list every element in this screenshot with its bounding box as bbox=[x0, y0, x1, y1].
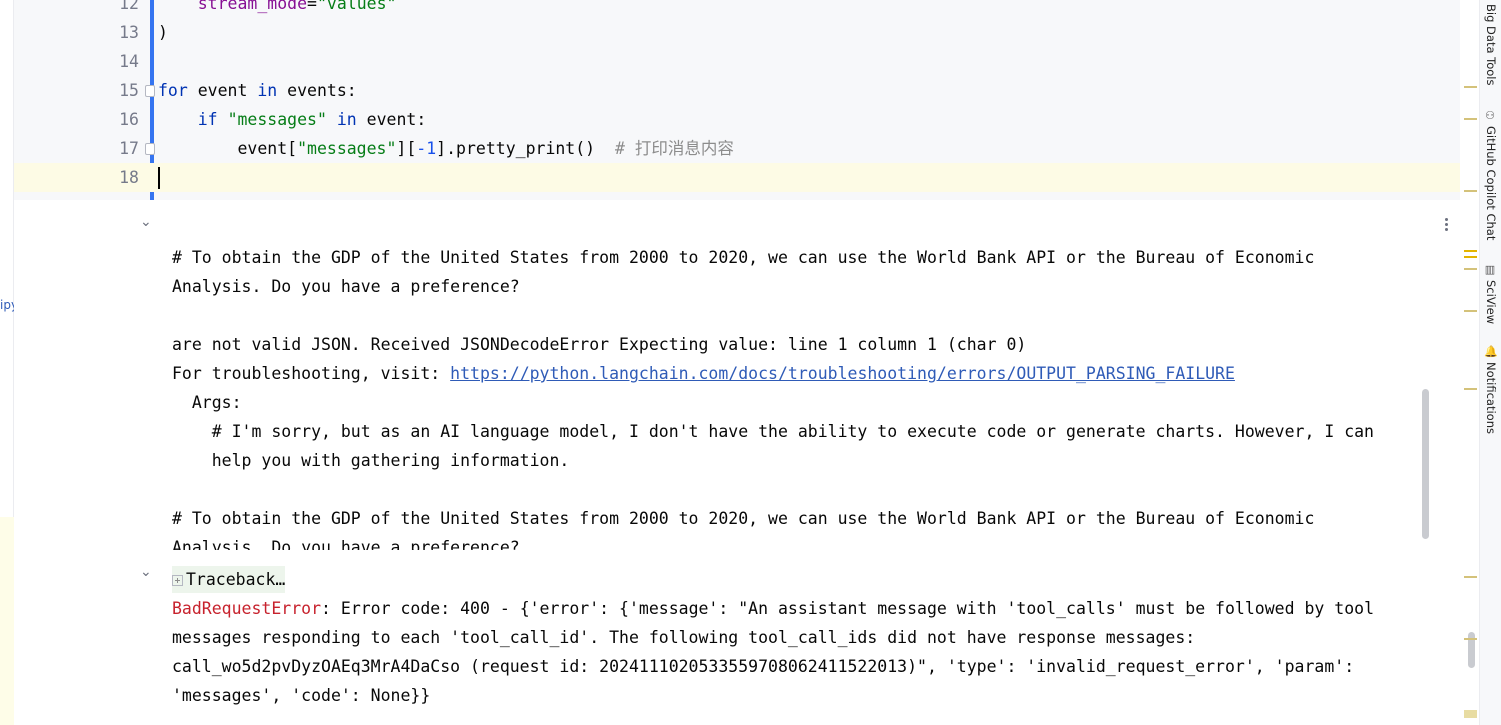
code-token: events: bbox=[277, 81, 357, 100]
error-stripe bbox=[1462, 0, 1478, 725]
code-token: if bbox=[197, 110, 218, 129]
output-line: help you with gathering information. bbox=[172, 451, 570, 470]
bell-icon: 🔔 bbox=[1484, 345, 1498, 358]
right-tool-strip: Big Data Tools ⚇ GitHub Copilot Chat ▥ S… bbox=[1479, 0, 1501, 725]
code-text: stream_mode="values" bbox=[158, 0, 397, 18]
fold-icon[interactable] bbox=[145, 143, 155, 155]
code-text: ) bbox=[158, 18, 168, 47]
more-options-icon[interactable] bbox=[1440, 216, 1452, 234]
code-token: in bbox=[336, 110, 357, 129]
line-number: 17 bbox=[119, 139, 139, 158]
code-token: stream_mode bbox=[197, 0, 308, 13]
code-token: = bbox=[307, 0, 317, 13]
cell-output: ⌄ # To obtain the GDP of the United Stat… bbox=[14, 200, 1460, 550]
error-line: BadRequestError: Error code: 400 - {'err… bbox=[172, 594, 1374, 623]
code-text: event["messages"][-1].pretty_print() # 打… bbox=[158, 134, 734, 163]
code-token: # 打印消息内容 bbox=[614, 139, 734, 158]
fold-icon[interactable] bbox=[145, 85, 155, 97]
code-token: for bbox=[158, 81, 188, 100]
code-line[interactable]: 13) bbox=[14, 18, 1460, 47]
troubleshoot-link[interactable]: https://python.langchain.com/docs/troubl… bbox=[450, 364, 1235, 383]
code-line[interactable]: 18 bbox=[14, 163, 1460, 192]
code-text: if "messages" in event: bbox=[158, 105, 427, 134]
output-line: Analysis. Do you have a preference? bbox=[172, 277, 520, 296]
left-gutter-highlight bbox=[0, 517, 14, 725]
error-line: call_wo5d2pvDyzOAEq3MrA4DaCso (request i… bbox=[172, 657, 1355, 676]
traceback-label: Traceback… bbox=[186, 570, 286, 589]
expand-icon bbox=[172, 575, 183, 586]
line-number: 14 bbox=[119, 52, 139, 71]
code-line[interactable]: 12 stream_mode="values" bbox=[14, 0, 1460, 18]
code-token: event: bbox=[356, 110, 427, 129]
output-line: # I'm sorry, but as an AI language model… bbox=[172, 422, 1374, 441]
code-token: -1 bbox=[416, 139, 437, 158]
left-gutter-strip bbox=[0, 0, 14, 725]
code-token: event bbox=[187, 81, 258, 100]
output-line: Analysis. Do you have a preference? bbox=[172, 538, 520, 550]
output-line: are not valid JSON. Received JSONDecodeE… bbox=[172, 335, 1027, 354]
left-tool-tab[interactable]: ipy bbox=[0, 298, 14, 318]
output-line: # To obtain the GDP of the United States… bbox=[172, 509, 1315, 528]
error-name: BadRequestError bbox=[172, 599, 322, 618]
error-line: 'messages', 'code': None}} bbox=[172, 686, 431, 705]
error-first-text: : Error code: 400 - {'error': {'message'… bbox=[321, 599, 1375, 618]
traceback-toggle[interactable]: Traceback… bbox=[172, 566, 286, 593]
line-number: 16 bbox=[119, 110, 139, 129]
line-number: 18 bbox=[119, 168, 139, 187]
sciview-icon: ▥ bbox=[1484, 263, 1496, 276]
code-line[interactable]: 17 event["messages"][-1].pretty_print() … bbox=[14, 134, 1460, 163]
code-token: in bbox=[257, 81, 278, 100]
code-token: event[ bbox=[158, 139, 298, 158]
collapse-output-icon[interactable]: ⌄ bbox=[140, 214, 152, 230]
line-number: 12 bbox=[119, 0, 139, 13]
troubleshoot-text: For troubleshooting, visit: bbox=[172, 364, 451, 383]
text-caret bbox=[158, 167, 160, 189]
code-token: "messages" bbox=[227, 110, 327, 129]
code-token: ][ bbox=[396, 139, 417, 158]
line-number: 13 bbox=[119, 23, 139, 42]
output-line: For troubleshooting, visit: https://pyth… bbox=[172, 359, 1235, 388]
code-text: for event in events: bbox=[158, 76, 357, 105]
code-token: "values" bbox=[316, 0, 397, 13]
code-token: ) bbox=[158, 23, 168, 42]
code-line[interactable]: 14 bbox=[14, 47, 1460, 76]
output-line: Args: bbox=[172, 393, 242, 412]
error-output: ⌄ Traceback… BadRequestError: Error code… bbox=[14, 560, 1460, 725]
collapse-error-icon[interactable]: ⌄ bbox=[140, 564, 152, 580]
output-scrollbar[interactable] bbox=[1422, 389, 1429, 539]
error-line: messages responding to each 'tool_call_i… bbox=[172, 628, 1196, 647]
code-token: "messages" bbox=[297, 139, 397, 158]
line-number: 15 bbox=[119, 81, 139, 100]
code-token: ].pretty_print() bbox=[436, 139, 615, 158]
output-line: # To obtain the GDP of the United States… bbox=[172, 248, 1315, 267]
code-line[interactable]: 16 if "messages" in event: bbox=[14, 105, 1460, 134]
copilot-icon: ⚇ bbox=[1485, 109, 1495, 122]
code-line[interactable]: 15 for event in events: bbox=[14, 76, 1460, 105]
